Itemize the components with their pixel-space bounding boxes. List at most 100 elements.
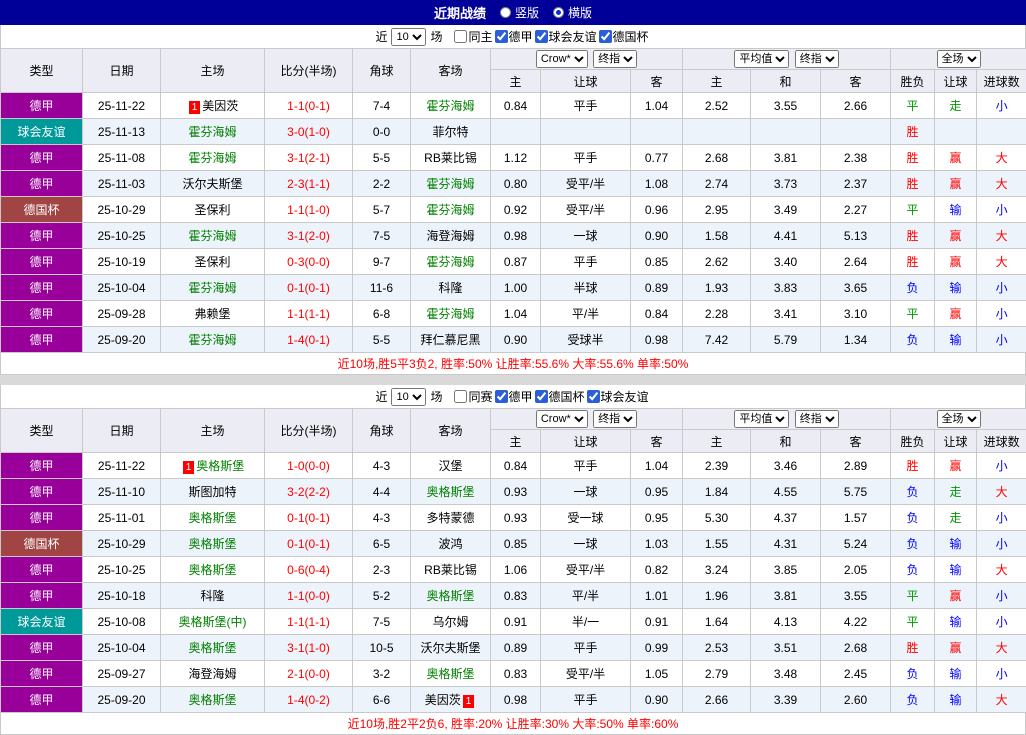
radio-horizontal-icon [553,7,564,18]
team-name[interactable]: 拜仁慕尼黑 [420,333,480,347]
team-name[interactable]: 霍芬海姆 [426,203,474,217]
handicap-line: 平手 [541,453,631,479]
recent-suffix-label: 场 [430,388,442,405]
filter-checkbox-0[interactable]: 同赛 [454,388,492,405]
recent-count-select[interactable]: 10 [391,388,426,406]
team-name[interactable]: 霍芬海姆 [188,281,236,295]
filter-checkbox-0[interactable]: 同主 [454,28,492,45]
handicap-line: 受平/半 [541,557,631,583]
team-name[interactable]: 奥格斯堡 [426,667,474,681]
filter-checkbox-3[interactable]: 德国杯 [599,28,649,45]
team-name[interactable]: 沃尔夫斯堡 [420,641,480,655]
euro-final-select[interactable]: 终指 [795,410,839,428]
view-option-vertical[interactable]: 竖版 [500,4,539,21]
checkbox-input[interactable] [535,30,548,43]
team-name[interactable]: 霍芬海姆 [188,229,236,243]
team-name[interactable]: 美因茨 [425,693,461,707]
team-name[interactable]: 霍芬海姆 [426,307,474,321]
team-name[interactable]: 沃尔夫斯堡 [182,177,242,191]
score-cell: 0-3(0-0) [265,249,353,275]
handicap-home-odds: 0.98 [491,223,541,249]
match-type-cell: 球会友谊 [1,609,83,635]
filter-checkbox-3[interactable]: 球会友谊 [587,388,649,405]
team-name[interactable]: RB莱比锡 [424,151,477,165]
team-name[interactable]: 圣保利 [194,203,230,217]
corners-cell: 4-3 [353,453,411,479]
checkbox-input[interactable] [454,30,467,43]
score-cell: 0-1(0-1) [265,275,353,301]
score-cell: 0-6(0-4) [265,557,353,583]
fulltime-scope-select[interactable]: 全场 [937,50,981,68]
team-name[interactable]: 圣保利 [194,255,230,269]
team-name[interactable]: 乌尔姆 [432,615,468,629]
away-team-cell: 海登海姆 [411,223,491,249]
home-team-cell: 斯图加特 [161,479,265,505]
team-name[interactable]: 美因茨 [202,99,238,113]
checkbox-label: 德国杯 [549,388,585,405]
col-header-score: 比分(半场) [265,49,353,93]
handicap-final-select[interactable]: 终指 [593,50,637,68]
team-name[interactable]: 奥格斯堡 [188,511,236,525]
team-name[interactable]: 奥格斯堡 [188,693,236,707]
filter-checkbox-1[interactable]: 德甲 [495,388,533,405]
team-name[interactable]: 菲尔特 [432,125,468,139]
avg-away-odds: 3.10 [821,301,891,327]
team-name[interactable]: 奥格斯堡(中) [179,615,247,629]
checkbox-input[interactable] [587,390,600,403]
team-name[interactable]: 霍芬海姆 [426,177,474,191]
filter-checkbox-1[interactable]: 德甲 [495,28,533,45]
col-header-handicap-result: 让球 [935,70,977,93]
team-name[interactable]: 奥格斯堡 [426,589,474,603]
team-name[interactable]: 霍芬海姆 [188,151,236,165]
team-name[interactable]: 科隆 [200,589,224,603]
team-name[interactable]: 霍芬海姆 [188,125,236,139]
team-name[interactable]: 弗赖堡 [194,307,230,321]
team-name[interactable]: 奥格斯堡 [196,459,244,473]
team-name[interactable]: 科隆 [438,281,462,295]
handicap-line: 半/一 [541,609,631,635]
handicap-away-odds: 1.03 [631,531,683,557]
team-name[interactable]: RB莱比锡 [424,563,477,577]
team-name[interactable]: 奥格斯堡 [188,641,236,655]
goals-result-cell: 大 [977,171,1026,197]
team-name[interactable]: 海登海姆 [426,229,474,243]
match-type-cell: 德甲 [1,635,83,661]
handicap-company-select[interactable]: Crow* [536,410,588,428]
checkbox-input[interactable] [599,30,612,43]
checkbox-input[interactable] [535,390,548,403]
team-name[interactable]: 波鸿 [438,537,462,551]
outcome-cell: 平 [891,93,935,119]
handicap-home-odds: 1.00 [491,275,541,301]
handicap-home-odds: 0.83 [491,661,541,687]
filter-checkbox-2[interactable]: 球会友谊 [535,28,597,45]
view-option-horizontal[interactable]: 横版 [553,4,592,21]
team-name[interactable]: 霍芬海姆 [426,255,474,269]
euro-avg-select[interactable]: 平均值 [734,50,789,68]
team-name[interactable]: 海登海姆 [188,667,236,681]
team-name[interactable]: 多特蒙德 [426,511,474,525]
filter-checkbox-2[interactable]: 德国杯 [535,388,585,405]
recent-count-select[interactable]: 10 [391,28,426,46]
fulltime-scope-select[interactable]: 全场 [937,410,981,428]
away-team-cell: 汉堡 [411,453,491,479]
checkbox-input[interactable] [495,390,508,403]
team-name[interactable]: 斯图加特 [188,485,236,499]
team-name[interactable]: 霍芬海姆 [188,333,236,347]
team-name[interactable]: 奥格斯堡 [426,485,474,499]
euro-final-select[interactable]: 终指 [795,50,839,68]
team-name[interactable]: 霍芬海姆 [426,99,474,113]
filter-bar: 近 10 场 同主德甲球会友谊德国杯 [0,25,1026,48]
team-name[interactable]: 汉堡 [438,459,462,473]
view-option-vertical-label: 竖版 [515,4,539,21]
checkbox-input[interactable] [454,390,467,403]
outcome-cell: 胜 [891,223,935,249]
handicap-line: 半球 [541,275,631,301]
handicap-company-select[interactable]: Crow* [536,50,588,68]
match-row: 德甲25-11-10斯图加特3-2(2-2)4-4奥格斯堡0.93一球0.951… [1,479,1026,505]
euro-avg-select[interactable]: 平均值 [734,410,789,428]
outcome-cell: 胜 [891,453,935,479]
team-name[interactable]: 奥格斯堡 [188,563,236,577]
checkbox-input[interactable] [495,30,508,43]
team-name[interactable]: 奥格斯堡 [188,537,236,551]
handicap-final-select[interactable]: 终指 [593,410,637,428]
